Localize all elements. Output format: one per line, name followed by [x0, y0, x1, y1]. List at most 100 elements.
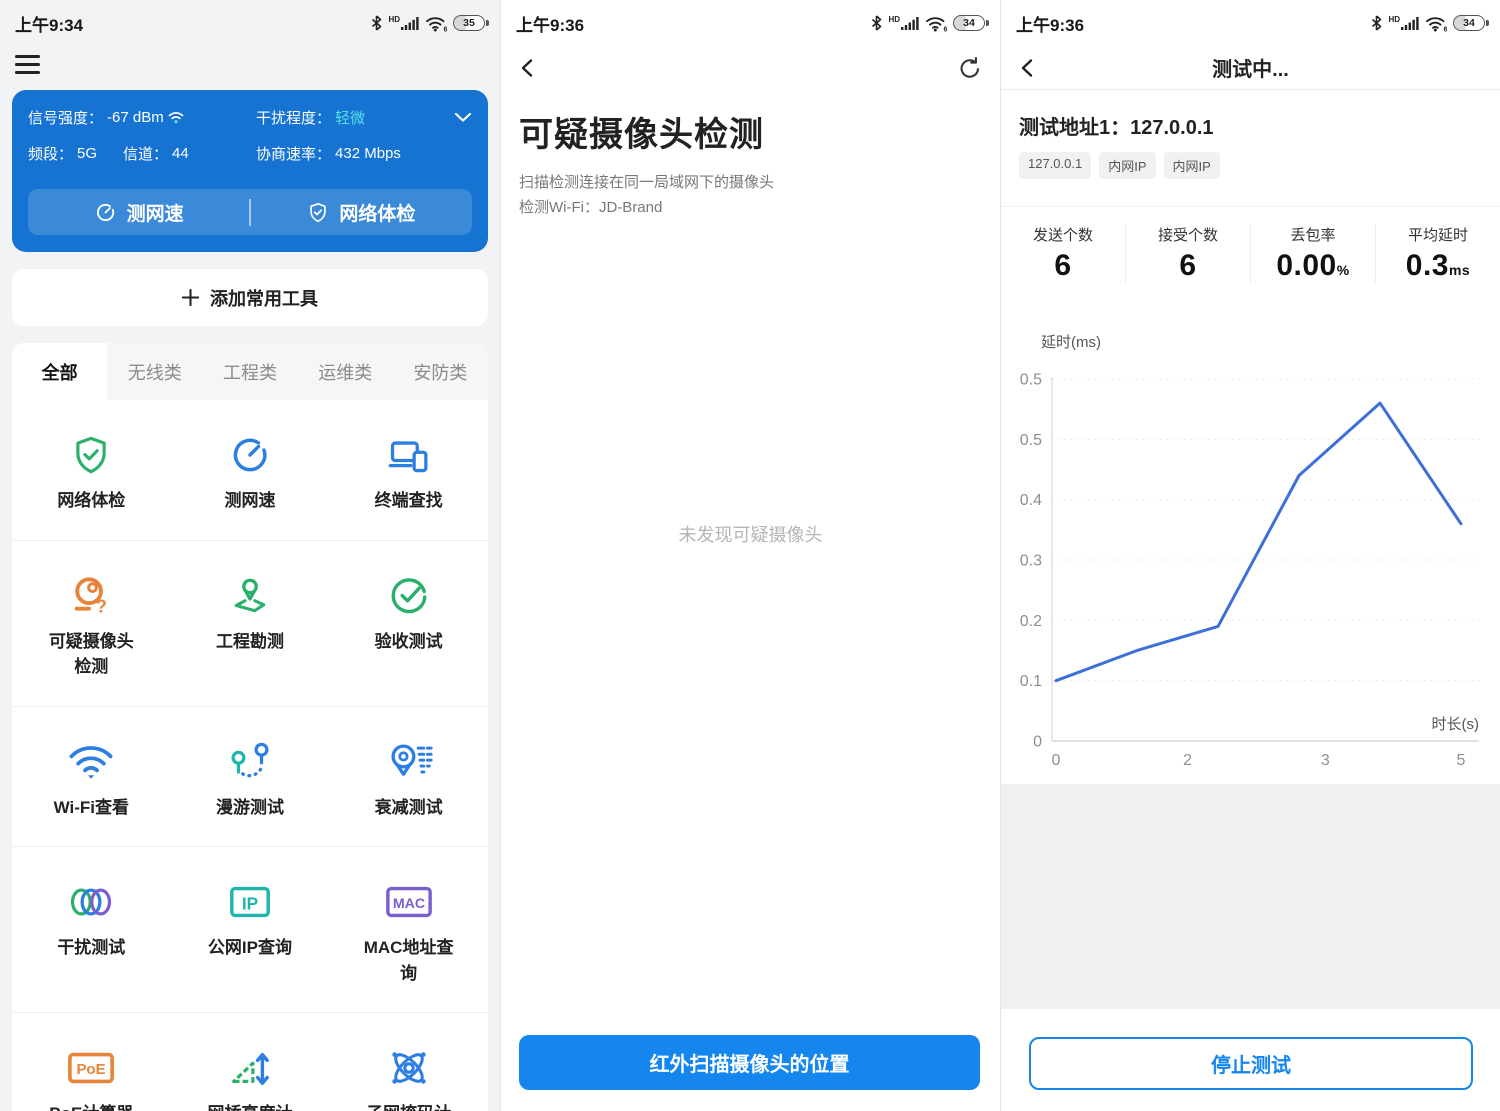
tool-public-ip[interactable]: IP 公网IP查询 [171, 879, 330, 986]
bluetooth-icon [871, 15, 882, 31]
status-time: 上午9:34 [15, 11, 83, 36]
svg-text:0: 0 [1052, 752, 1061, 769]
svg-text:0.4: 0.4 [1020, 492, 1042, 509]
test-address-label: 测试地址1： [1019, 117, 1130, 139]
refresh-button[interactable] [958, 56, 983, 81]
ping-stats: 发送个数 6 接受个数 6 丢包率 0.00% 平均延时 0.3ms [1001, 206, 1500, 299]
tab-security[interactable]: 安防类 [393, 343, 488, 400]
tool-poe-calculator[interactable]: PoE PoE计算器 [12, 1045, 171, 1111]
cellular-signal-icon: HD [1388, 16, 1419, 31]
tab-engineering[interactable]: 工程类 [202, 343, 297, 400]
status-bar: 上午9:36 HD 6 34 [501, 0, 1000, 46]
signal-strength-value: -67 dBm [107, 109, 164, 126]
rate-label: 协商速率： [256, 143, 331, 164]
wifi-icon: 6 [925, 15, 947, 32]
interference-label: 干扰程度： [256, 107, 331, 128]
chip-ip: 127.0.0.1 [1019, 152, 1091, 179]
tab-operations[interactable]: 运维类 [298, 343, 393, 400]
speedometer-icon [228, 432, 272, 478]
survey-pin-icon [228, 573, 272, 619]
mac-box-icon: MAC [385, 879, 433, 925]
back-arrow-icon [518, 58, 538, 78]
back-button[interactable] [1018, 58, 1038, 78]
signal-strength-label: 信号强度： [28, 107, 103, 128]
screen-camera-detection: 上午9:36 HD 6 34 可疑摄像头检测 扫描检测连接在同一局域网下的摄像头… [500, 0, 1000, 1111]
result-list-placeholder [1001, 784, 1500, 1009]
svg-text:0.1: 0.1 [1020, 673, 1042, 690]
add-tools-button[interactable]: 添加常用工具 [12, 269, 488, 326]
svg-text:PoE: PoE [77, 1061, 106, 1078]
description-line1: 扫描检测连接在同一局域网下的摄像头 [519, 171, 982, 196]
svg-text:0.5: 0.5 [1020, 432, 1042, 449]
tool-network-health[interactable]: 网络体检 [12, 432, 171, 514]
back-button[interactable] [518, 58, 538, 78]
cellular-signal-icon: HD [388, 16, 419, 31]
chevron-down-icon[interactable] [454, 112, 472, 123]
status-icons: HD 6 34 [1371, 15, 1485, 32]
circle-check-icon [387, 573, 431, 619]
status-bar: 上午9:36 HD 6 34 [1001, 0, 1500, 46]
line-chart: 00.10.20.30.40.50.50235时长(s)延时(ms) [1001, 299, 1500, 769]
empty-result-text: 未发现可疑摄像头 [501, 521, 1000, 547]
nav-bar: 测试中... [1001, 46, 1500, 90]
tool-site-survey[interactable]: 工程勘测 [171, 573, 330, 680]
status-time: 上午9:36 [1016, 11, 1084, 36]
status-icons: HD 6 35 [371, 15, 485, 32]
channel-label: 信道： [123, 143, 168, 164]
svg-text:6: 6 [944, 26, 948, 32]
tool-roaming-test[interactable]: 漫游测试 [171, 739, 330, 821]
tool-terminal-find[interactable]: 终端查找 [329, 432, 488, 514]
svg-text:3: 3 [1321, 752, 1330, 769]
tool-speed-test[interactable]: 测网速 [171, 432, 330, 514]
wifi-signal-card: 信号强度： -67 dBm 干扰程度： 轻微 频段： 5G 信道： 44 协商速… [12, 90, 488, 252]
wifi-small-icon [168, 111, 184, 124]
wifi-icon: 6 [425, 15, 447, 32]
page-description: 扫描检测连接在同一局域网下的摄像头 检测Wi-Fi：JD-Brand [519, 171, 982, 221]
battery-icon: 35 [453, 15, 485, 31]
svg-text:延时(ms): 延时(ms) [1041, 334, 1101, 351]
svg-text:时长(s): 时长(s) [1432, 716, 1480, 733]
tool-wifi-view[interactable]: Wi-Fi查看 [12, 739, 171, 821]
subnet-atom-icon [386, 1045, 432, 1091]
tab-all[interactable]: 全部 [12, 343, 107, 400]
wifi-icon: 6 [1425, 15, 1447, 32]
svg-text:6: 6 [444, 26, 448, 32]
band-value: 5G [77, 145, 97, 162]
test-address: 测试地址1：127.0.0.1 [1019, 111, 1482, 140]
bluetooth-icon [1371, 15, 1382, 31]
tool-acceptance-test[interactable]: 验收测试 [329, 573, 488, 680]
nav-bar [501, 46, 1000, 90]
channel-value: 44 [172, 145, 189, 162]
shield-check-icon [307, 201, 329, 224]
stop-test-button[interactable]: 停止测试 [1029, 1037, 1473, 1090]
menu-icon[interactable] [15, 55, 40, 74]
svg-text:0: 0 [1033, 734, 1042, 751]
svg-text:IP: IP [242, 893, 258, 913]
shield-check-icon [70, 432, 112, 478]
tool-attenuation-test[interactable]: 衰减测试 [329, 739, 488, 821]
tool-camera-detect[interactable]: ? 可疑摄像头检测 [12, 573, 171, 680]
tool-interference-test[interactable]: 干扰测试 [12, 879, 171, 986]
page-title: 可疑摄像头检测 [519, 107, 982, 156]
stat-sent: 发送个数 6 [1001, 224, 1125, 283]
chip-intranet-2: 内网IP [1164, 152, 1220, 179]
poe-box-icon: PoE [67, 1045, 115, 1091]
refresh-icon [958, 56, 983, 81]
speed-test-button[interactable]: 测网速 [28, 189, 249, 235]
devices-icon [386, 432, 432, 478]
stat-received: 接受个数 6 [1125, 224, 1250, 283]
tool-bridge-height-calculator[interactable]: 网桥高度计算器 [171, 1045, 330, 1111]
svg-text:0.3: 0.3 [1020, 553, 1042, 570]
tool-subnet-calculator[interactable]: 子网掩码计算器 [329, 1045, 488, 1111]
rate-value: 432 Mbps [335, 145, 401, 162]
description-line2: 检测Wi-Fi：JD-Brand [519, 196, 982, 221]
test-address-value: 127.0.0.1 [1130, 117, 1213, 139]
roaming-pins-icon [227, 739, 273, 785]
tab-wireless[interactable]: 无线类 [107, 343, 202, 400]
svg-text:6: 6 [1444, 26, 1448, 32]
tool-mac-lookup[interactable]: MAC MAC地址查询 [329, 879, 488, 986]
card-actions: 测网速 网络体检 [28, 189, 472, 235]
network-health-button[interactable]: 网络体检 [251, 189, 472, 235]
svg-text:2: 2 [1183, 752, 1192, 769]
infrared-scan-button[interactable]: 红外扫描摄像头的位置 [519, 1035, 980, 1090]
